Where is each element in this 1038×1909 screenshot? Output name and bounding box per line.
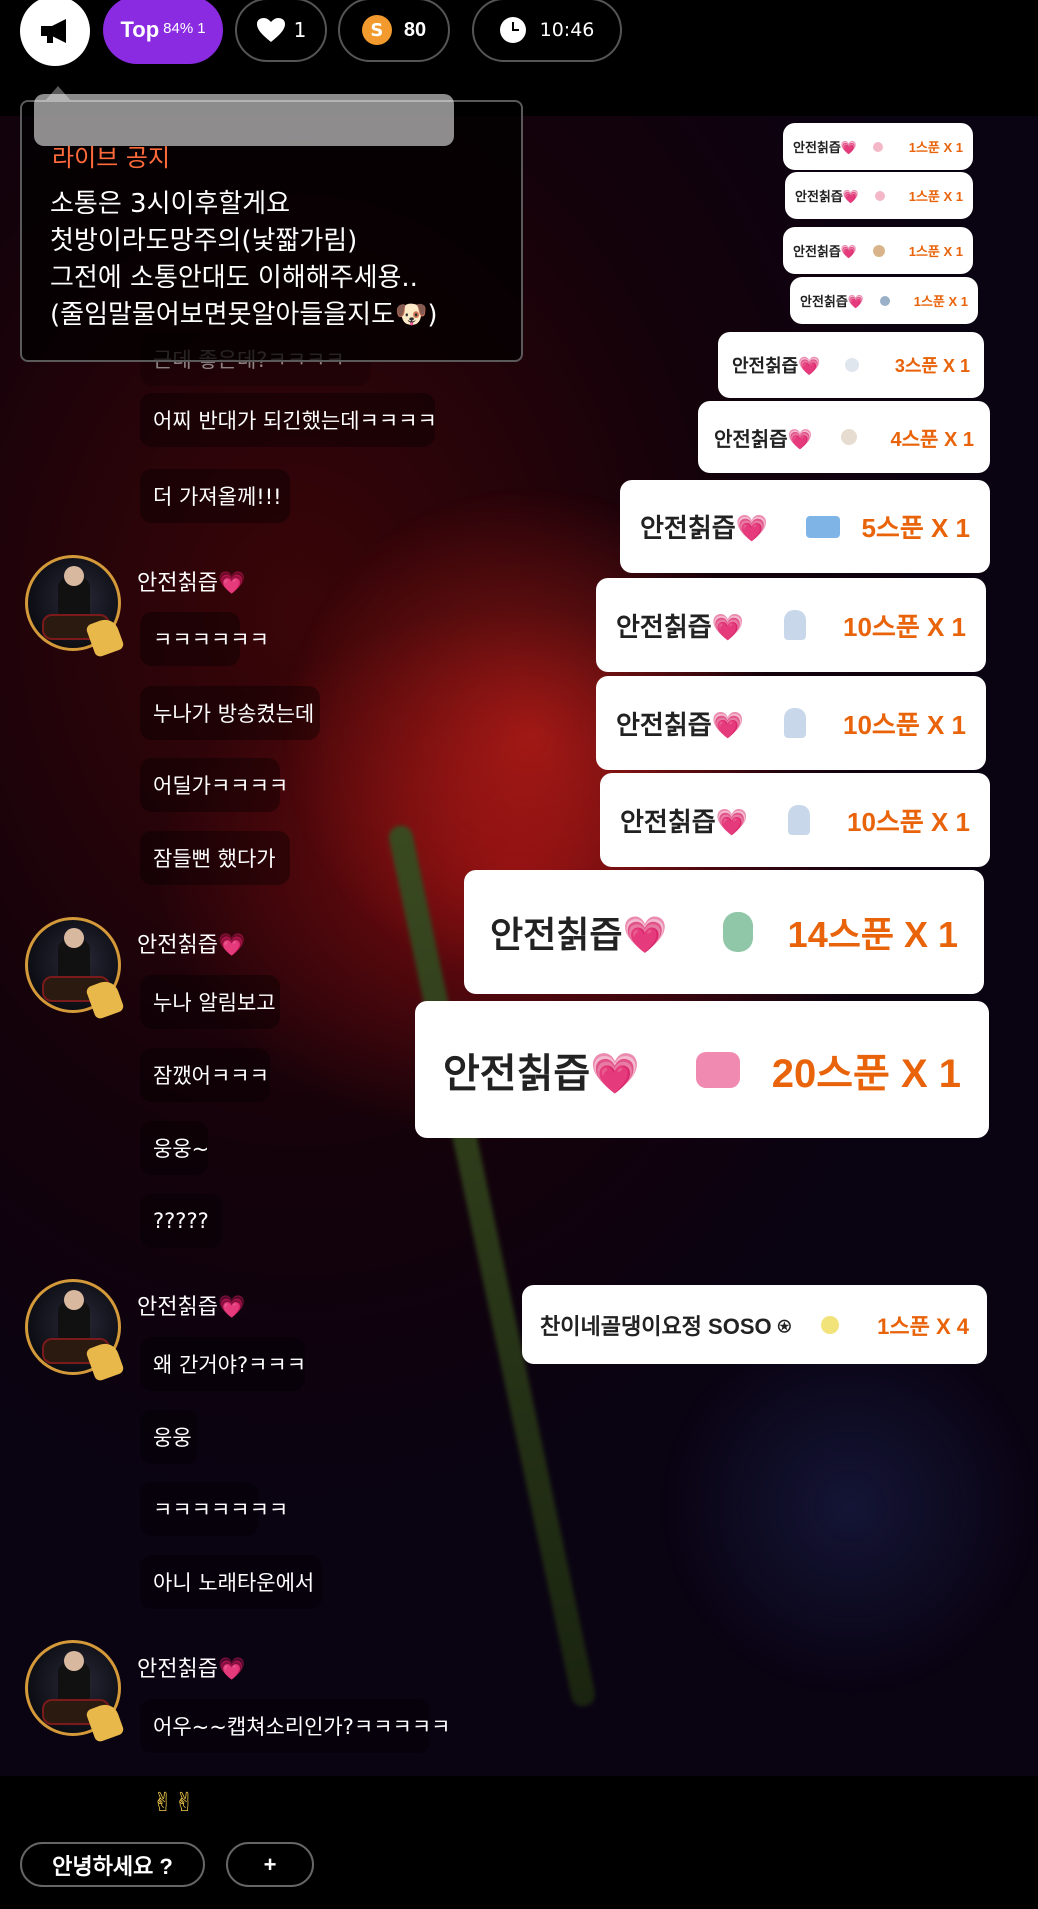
coin-pill[interactable]: S 80 — [338, 0, 450, 62]
chat-message: 어우~~캡쳐소리인가?ㅋㅋㅋㅋㅋ — [140, 1699, 451, 1753]
gift-icon — [784, 708, 807, 738]
avatar[interactable] — [25, 555, 125, 659]
gift-notification: 안전칡즙💗 1스푼 X 1 — [785, 172, 973, 219]
gift-amount: 1스푼 X 4 — [877, 1313, 969, 1339]
top-rank: 1 — [197, 19, 206, 37]
likes-pill[interactable]: 1 — [235, 0, 327, 62]
gift-sender: 안전칡즙💗 — [795, 189, 860, 204]
chat-message: 왜 간거야?ㅋㅋㅋ — [140, 1337, 306, 1391]
likes-count: 1 — [293, 18, 307, 42]
gift-icon — [806, 515, 841, 538]
gift-amount: 3스푼 X 1 — [894, 356, 970, 376]
gift-icon — [844, 358, 859, 372]
gift-sender: 안전칡즙💗 — [714, 428, 813, 451]
gift-notification: 안전칡즙💗 1스푼 X 1 — [790, 277, 978, 324]
gift-icon — [788, 805, 811, 835]
chat-message: 더 가져올께!!! — [140, 469, 290, 523]
clock-icon — [499, 17, 526, 43]
gift-notification: 안전칡즙💗 10스푼 X 1 — [596, 578, 986, 672]
gift-icon — [875, 190, 886, 201]
heart-icon — [256, 18, 285, 42]
coin-icon: S — [361, 15, 392, 45]
username[interactable]: 안전칡즙💗 — [137, 927, 245, 959]
gift-notification: 안전칡즙💗 5스푼 X 1 — [620, 480, 990, 573]
username[interactable]: 안전칡즙💗 — [137, 1289, 245, 1321]
gift-notification: 안전칡즙💗 10스푼 X 1 — [596, 676, 986, 770]
chat-message: 어딜가ㅋㅋㅋㅋ — [140, 758, 288, 812]
gift-sender: 안전칡즙💗 — [640, 513, 769, 543]
gift-icon — [880, 295, 891, 306]
gift-notification: 안전칡즙💗 3스푼 X 1 — [718, 332, 984, 398]
gift-icon — [784, 610, 807, 640]
gift-notification: 안전칡즙💗 14스푼 X 1 — [464, 870, 984, 994]
chat-message: 아니 노래타운에서 — [140, 1555, 322, 1609]
gift-notification: 안전칡즙💗 10스푼 X 1 — [600, 773, 990, 867]
gift-sender: 안전칡즙💗 — [490, 914, 668, 955]
notice-body: 소통은 3시이후할게요 첫방이라도망주의(낯짧가림) 그전에 소통안대도 이해해… — [50, 189, 438, 330]
chat-message: 누나 알림보고 — [140, 975, 280, 1029]
gift-sender: 찬이네골댕이요정 SOSO ⍟ — [540, 1313, 791, 1339]
gift-icon — [840, 429, 857, 445]
gift-sender: 안전칡즙💗 — [732, 356, 821, 376]
notice-toggle-button[interactable] — [20, 0, 90, 66]
gift-icon — [723, 912, 754, 952]
gift-amount: 1스푼 X 1 — [908, 140, 963, 155]
gift-sender: 안전칡즙💗 — [800, 294, 865, 309]
top-rank-badge[interactable]: Top 84% 1 — [103, 0, 223, 64]
coin-count: 80 — [403, 18, 427, 41]
gift-icon — [873, 244, 886, 257]
gift-notification: 안전칡즙💗 1스푼 X 1 — [783, 123, 973, 170]
chat-message: 어찌 반대가 되긴했는데ㅋㅋㅋㅋ — [140, 393, 437, 447]
top-label: Top — [120, 17, 160, 42]
chat-emoji-message: ✌✌ — [152, 1788, 196, 1818]
gift-icon — [696, 1051, 741, 1088]
gift-amount: 1스푼 X 1 — [908, 189, 963, 204]
gift-sender: 안전칡즙💗 — [793, 140, 858, 155]
username[interactable]: 안전칡즙💗 — [137, 1651, 245, 1683]
gift-sender: 안전칡즙💗 — [616, 611, 745, 642]
chat-message: 잠들뻔 했다가 — [140, 831, 290, 885]
chat-message: 웅웅~ — [140, 1121, 209, 1175]
live-notice-panel[interactable]: 라이브 공지 소통은 3시이후할게요 첫방이라도망주의(낯짧가림) 그전에 소통… — [20, 94, 523, 362]
add-quick-message-button[interactable]: + — [226, 1842, 314, 1887]
top-percent: 84% — [163, 19, 194, 37]
gift-sender: 안전칡즙💗 — [793, 244, 858, 259]
gift-notification: 찬이네골댕이요정 SOSO ⍟ 1스푼 X 4 — [522, 1285, 987, 1364]
gift-sender: 안전칡즙💗 — [616, 709, 745, 740]
gift-amount: 14스푼 X 1 — [787, 914, 958, 955]
megaphone-icon — [41, 19, 66, 43]
gift-sender: 안전칡즙💗 — [620, 806, 749, 837]
gift-amount: 10스푼 X 1 — [846, 806, 970, 837]
timer-pill[interactable]: 10:46 — [472, 0, 622, 62]
gift-amount: 20스푼 X 1 — [771, 1051, 961, 1096]
gift-amount: 4스푼 X 1 — [890, 428, 975, 451]
gift-sender: 안전칡즙💗 — [443, 1051, 641, 1096]
gift-amount: 1스푼 X 1 — [913, 294, 968, 309]
gift-notification: 안전칡즙💗 1스푼 X 1 — [783, 227, 973, 274]
chat-message: ㅋㅋㅋㅋㅋㅋㅋ — [140, 1482, 288, 1536]
username[interactable]: 안전칡즙💗 — [137, 565, 245, 597]
gift-amount: 5스푼 X 1 — [861, 513, 970, 543]
notice-title: 라이브 공지 — [52, 144, 171, 172]
gift-icon — [820, 1315, 839, 1334]
chat-message: 누나가 방송켰는데 — [140, 686, 320, 740]
gift-amount: 1스푼 X 1 — [908, 244, 963, 259]
gift-notification: 안전칡즙💗 20스푼 X 1 — [415, 1001, 989, 1138]
chat-message: 웅웅 — [140, 1410, 198, 1464]
gift-icon — [873, 141, 884, 152]
avatar[interactable] — [25, 917, 125, 1021]
avatar[interactable] — [25, 1640, 125, 1744]
gift-amount: 10스푼 X 1 — [842, 611, 966, 642]
chat-message: 잠깼어ㅋㅋㅋ — [140, 1048, 270, 1102]
chat-message: ????? — [140, 1194, 222, 1248]
gift-notification: 안전칡즙💗 4스푼 X 1 — [698, 401, 990, 473]
avatar[interactable] — [25, 1279, 125, 1383]
gift-amount: 10스푼 X 1 — [842, 709, 966, 740]
timer-text: 10:46 — [539, 19, 595, 41]
blue-haze — [660, 1316, 1038, 1696]
greeting-quick-button[interactable]: 안녕하세요 ? — [20, 1842, 205, 1887]
chat-message: ㅋㅋㅋㅋㅋㅋ — [140, 612, 269, 666]
